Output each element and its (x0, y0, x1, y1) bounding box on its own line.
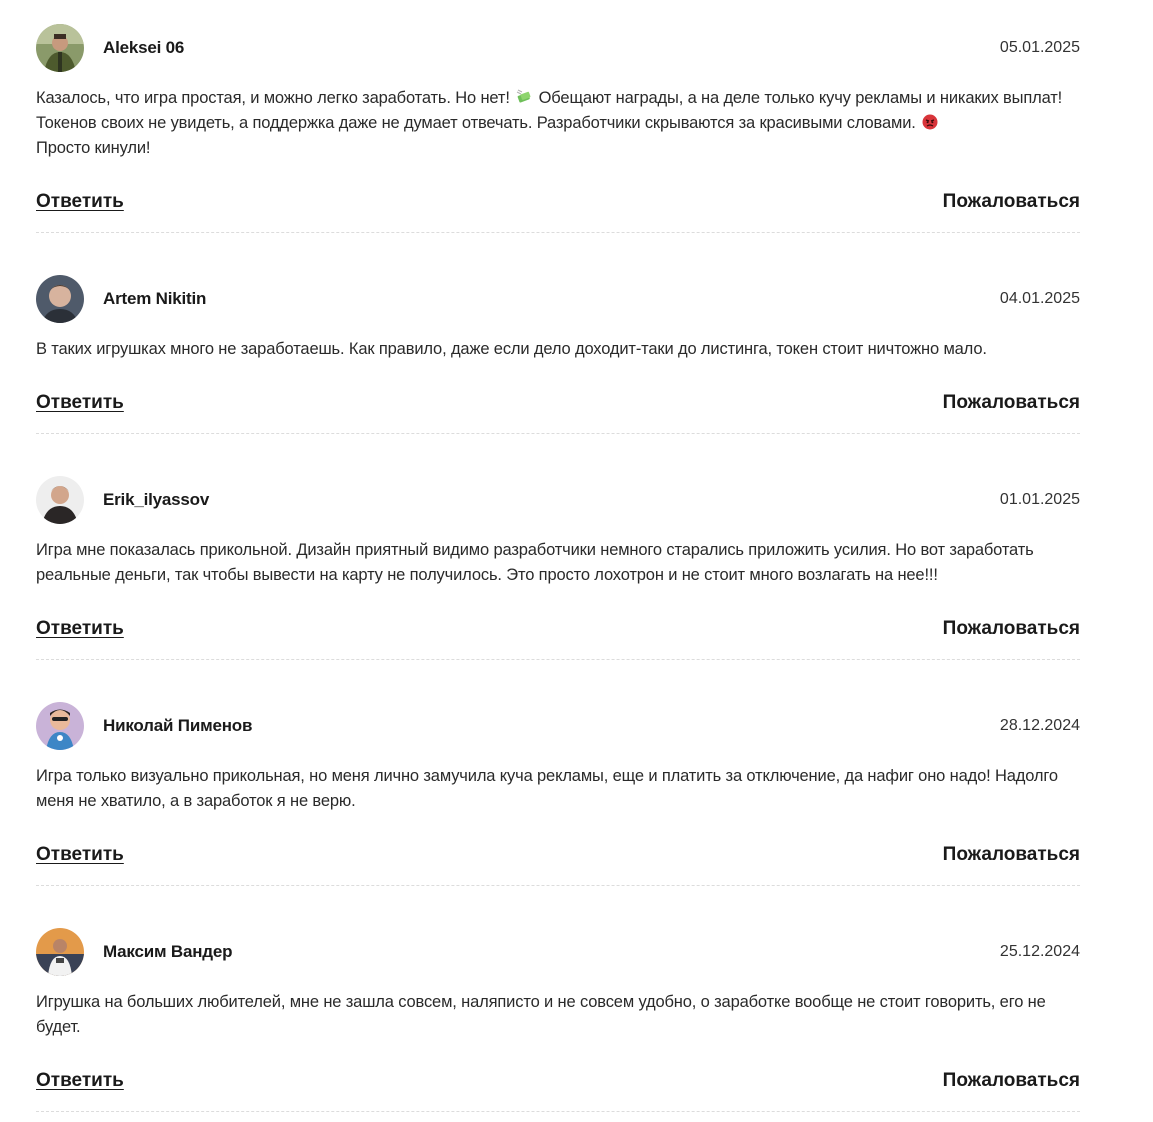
comment-date: 04.01.2025 (999, 290, 1080, 307)
reply-link[interactable]: Ответить (36, 844, 124, 866)
comment-header: Erik_ilyassov 01.01.2025 (36, 476, 1080, 524)
avatar[interactable] (36, 928, 84, 976)
report-link[interactable]: Пожаловаться (943, 844, 1080, 866)
comment-text: Игра только визуально прикольная, но мен… (36, 767, 1058, 810)
money-with-wings-icon (516, 88, 532, 104)
comment-actions: Ответить Пожаловаться (36, 1070, 1080, 1092)
avatar[interactable] (36, 702, 84, 750)
comment-text: Игрушка на больших любителей, мне не заш… (36, 993, 1046, 1036)
avatar[interactable] (36, 24, 84, 72)
comment-header: Максим Вандер 25.12.2024 (36, 928, 1080, 976)
comment-text-part: Казалось, что игра простая, и можно легк… (36, 89, 510, 107)
comment-author: Aleksei 06 (103, 38, 185, 57)
comment-text: В таких игрушках много не заработаешь. К… (36, 340, 987, 358)
comment-date: 01.01.2025 (999, 491, 1080, 508)
comment-item: Erik_ilyassov 01.01.2025 Игра мне показа… (36, 476, 1080, 660)
report-link[interactable]: Пожаловаться (943, 191, 1080, 213)
comment-author: Erik_ilyassov (103, 490, 210, 509)
comment-actions: Ответить Пожаловаться (36, 618, 1080, 640)
comment-author: Николай Пименов (103, 716, 253, 735)
comment-date: 28.12.2024 (999, 717, 1080, 734)
comment-header: Artem Nikitin 04.01.2025 (36, 275, 1080, 323)
report-link[interactable]: Пожаловаться (943, 618, 1080, 640)
reply-link[interactable]: Ответить (36, 392, 124, 414)
comment-actions: Ответить Пожаловаться (36, 844, 1080, 866)
comment-date: 05.01.2025 (999, 39, 1080, 56)
comment-header: Николай Пименов 28.12.2024 (36, 702, 1080, 750)
comments-list: Aleksei 06 05.01.2025 Казалось, что игра… (36, 0, 1080, 1112)
comment-actions: Ответить Пожаловаться (36, 392, 1080, 414)
comment-author: Максим Вандер (103, 942, 233, 961)
comment-header: Aleksei 06 05.01.2025 (36, 24, 1080, 72)
comment-date: 25.12.2024 (999, 943, 1080, 960)
comment-item: Максим Вандер 25.12.2024 Игрушка на боль… (36, 928, 1080, 1112)
comment-text: Игра мне показалась прикольной. Дизайн п… (36, 541, 1034, 584)
comment-actions: Ответить Пожаловаться (36, 191, 1080, 213)
report-link[interactable]: Пожаловаться (943, 1070, 1080, 1092)
reply-link[interactable]: Ответить (36, 618, 124, 640)
comment-item: Artem Nikitin 04.01.2025 В таких игрушка… (36, 275, 1080, 434)
comment-item: Николай Пименов 28.12.2024 Игра только в… (36, 702, 1080, 886)
reply-link[interactable]: Ответить (36, 1070, 124, 1092)
angry-face-icon (922, 113, 938, 130)
reply-link[interactable]: Ответить (36, 191, 124, 213)
report-link[interactable]: Пожаловаться (943, 392, 1080, 414)
comment-item: Aleksei 06 05.01.2025 Казалось, что игра… (36, 24, 1080, 233)
avatar[interactable] (36, 476, 84, 524)
avatar[interactable] (36, 275, 84, 323)
comment-text: Казалось, что игра простая, и можно легк… (36, 86, 1080, 161)
comment-author: Artem Nikitin (103, 289, 207, 308)
comment-text-part: Просто кинули! (36, 139, 151, 157)
